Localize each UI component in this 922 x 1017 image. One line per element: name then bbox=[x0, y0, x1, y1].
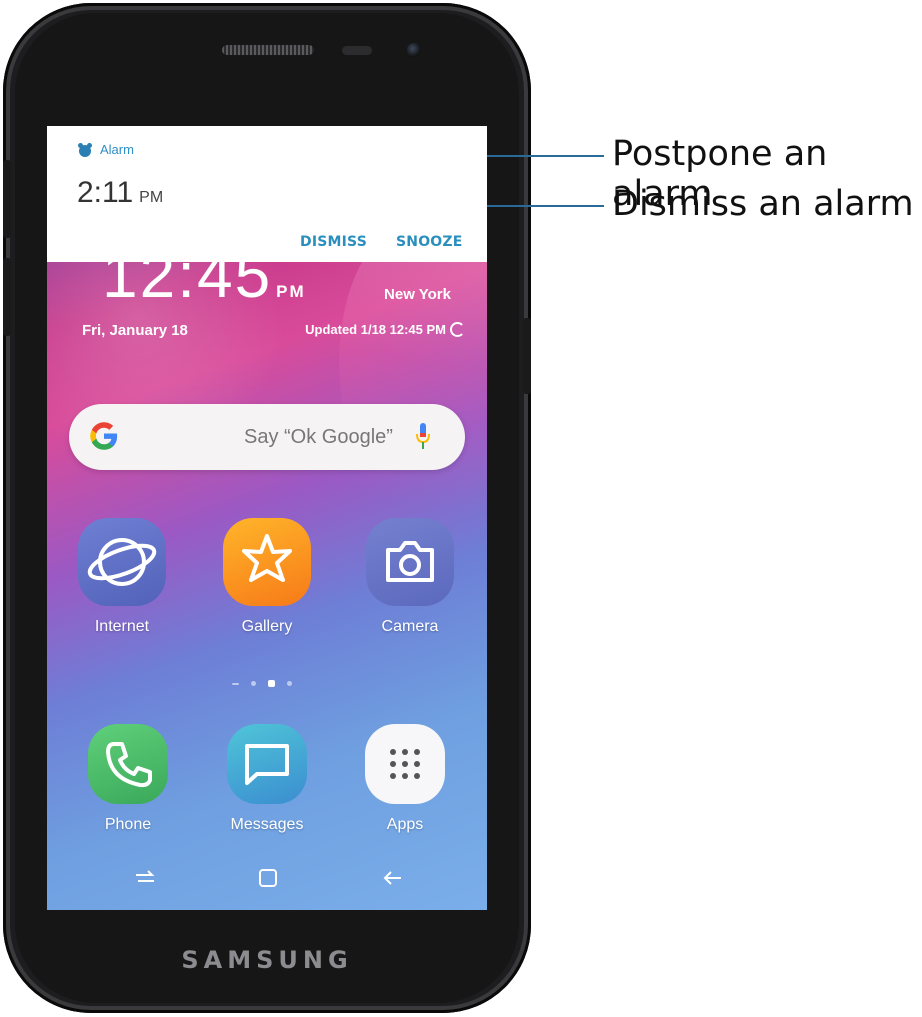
page-indicator-dot bbox=[287, 681, 292, 686]
refresh-icon[interactable] bbox=[450, 322, 465, 337]
proximity-sensor bbox=[342, 46, 372, 55]
camera-icon bbox=[366, 518, 454, 606]
app-gallery[interactable]: Gallery bbox=[217, 518, 317, 636]
weather-updated[interactable]: Updated 1/18 12:45 PM bbox=[305, 322, 465, 337]
notification-app-name: Alarm bbox=[100, 142, 134, 157]
navigation-bar bbox=[47, 846, 487, 910]
app-internet[interactable]: Internet bbox=[72, 518, 172, 636]
page-indicator[interactable] bbox=[232, 680, 292, 687]
messages-icon bbox=[227, 724, 307, 804]
internet-icon bbox=[78, 518, 166, 606]
alarm-notification[interactable]: Alarm 2:11 PM DISMISS SNOOZE bbox=[47, 126, 487, 262]
app-phone[interactable]: Phone bbox=[78, 724, 178, 834]
phone-screen: Alarm 2:11 PM DISMISS SNOOZE 12:45 PM New … bbox=[47, 126, 487, 910]
home-date: Fri, January 18 bbox=[82, 322, 188, 339]
alarm-ampm: PM bbox=[139, 189, 164, 206]
front-camera bbox=[407, 43, 421, 57]
callout-dismiss: Dismiss an alarm bbox=[612, 184, 914, 224]
phone-icon bbox=[88, 724, 168, 804]
power-button[interactable] bbox=[523, 318, 531, 394]
notification-header: Alarm bbox=[78, 142, 134, 157]
app-camera[interactable]: Camera bbox=[360, 518, 460, 636]
alarm-clock-icon bbox=[78, 142, 92, 157]
app-label: Apps bbox=[386, 816, 424, 833]
alarm-time: 2:11 PM bbox=[77, 176, 163, 210]
app-label: Phone bbox=[104, 816, 152, 833]
app-label: Internet bbox=[94, 618, 150, 635]
earpiece-speaker bbox=[222, 45, 314, 55]
apps-icon bbox=[365, 724, 445, 804]
search-placeholder: Say “Ok Google” bbox=[244, 426, 393, 448]
page-indicator-dot bbox=[251, 681, 256, 686]
app-label: Camera bbox=[381, 618, 439, 635]
app-apps[interactable]: Apps bbox=[355, 724, 455, 834]
app-label: Gallery bbox=[241, 618, 293, 635]
app-label: Messages bbox=[230, 816, 304, 833]
home-clock-ampm: PM bbox=[276, 282, 306, 301]
weather-updated-text: Updated 1/18 12:45 PM bbox=[305, 322, 446, 337]
home-icon[interactable] bbox=[256, 866, 280, 890]
recents-icon[interactable] bbox=[133, 866, 157, 890]
volume-down-button[interactable] bbox=[3, 258, 11, 336]
microphone-icon[interactable] bbox=[416, 423, 430, 451]
alarm-time-value: 2:11 bbox=[77, 176, 134, 209]
dismiss-button[interactable]: DISMISS bbox=[300, 234, 367, 250]
weather-city[interactable]: New York bbox=[384, 286, 451, 303]
google-g-icon bbox=[90, 422, 118, 450]
brand-logo: SAMSUNG bbox=[181, 946, 353, 974]
google-search-bar[interactable]: Say “Ok Google” bbox=[69, 404, 465, 470]
page-indicator-dot bbox=[232, 682, 239, 685]
back-icon[interactable] bbox=[381, 866, 405, 890]
volume-up-button[interactable] bbox=[3, 160, 11, 238]
gallery-icon bbox=[223, 518, 311, 606]
snooze-button[interactable]: SNOOZE bbox=[396, 234, 463, 250]
app-messages[interactable]: Messages bbox=[217, 724, 317, 834]
page-indicator-home bbox=[268, 680, 275, 687]
